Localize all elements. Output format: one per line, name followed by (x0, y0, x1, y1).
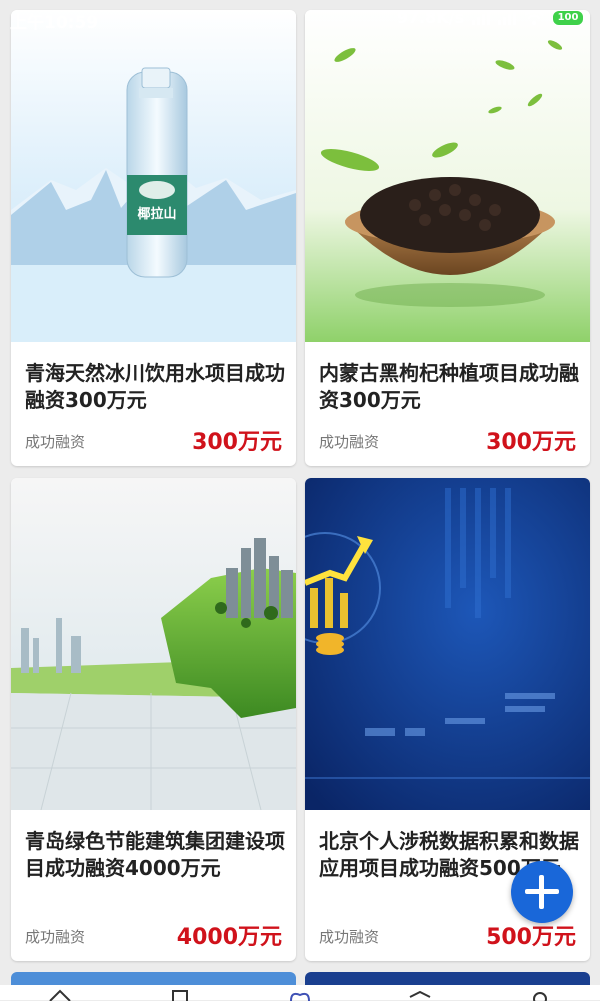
project-card[interactable]: 青岛绿色节能建筑集团建设项目成功融资4000万元 成功融资 4000万元 (11, 478, 296, 961)
project-title: 青海天然冰川饮用水项目成功融资300万元 (25, 361, 285, 412)
signal-icon-2 (498, 10, 516, 25)
project-amount: 500万元 (486, 925, 576, 950)
project-card[interactable]: 椰拉山 青海天然冰川饮用水项目成功融资300万元 成功融资 300万元 (11, 10, 296, 466)
add-button[interactable] (511, 861, 573, 923)
user-icon[interactable] (528, 989, 552, 1001)
project-amount: 300万元 (486, 430, 576, 455)
signal-icon (472, 10, 490, 25)
home-icon[interactable] (48, 989, 72, 1001)
status-bar: 上午10:59 97.8K/s 100 (0, 0, 600, 40)
project-status: 成功融资 (319, 928, 380, 946)
project-title: 内蒙古黑枸杞种植项目成功融资300万元 (319, 361, 579, 412)
project-status: 成功融资 (25, 433, 86, 451)
network-speed: 97.8K/s (396, 8, 464, 27)
status-indicators: 97.8K/s 100 (397, 8, 584, 27)
wifi-icon (524, 9, 544, 25)
bottom-nav (0, 985, 600, 1001)
layers-icon[interactable] (408, 989, 432, 1001)
green-city-puzzle-image (11, 478, 296, 810)
status-time: 上午10:59 (10, 13, 99, 33)
project-amount: 300万元 (192, 430, 282, 455)
project-amount: 4000万元 (176, 925, 282, 950)
black-goji-bowl-image (305, 10, 590, 342)
glacier-water-bottle-image: 椰拉山 (11, 10, 296, 342)
calculator-icon[interactable] (168, 989, 192, 1001)
finance-data-chart-image (305, 478, 590, 810)
project-title: 青岛绿色节能建筑集团建设项目成功融资4000万元 (25, 829, 285, 880)
bottle-label: 椰拉山 (137, 206, 176, 222)
project-card[interactable]: 内蒙古黑枸杞种植项目成功融资300万元 成功融资 300万元 (305, 10, 590, 466)
project-status: 成功融资 (25, 928, 86, 946)
battery-icon: 100 (552, 9, 584, 26)
heart-icon[interactable] (288, 989, 312, 1001)
project-status: 成功融资 (319, 433, 380, 451)
